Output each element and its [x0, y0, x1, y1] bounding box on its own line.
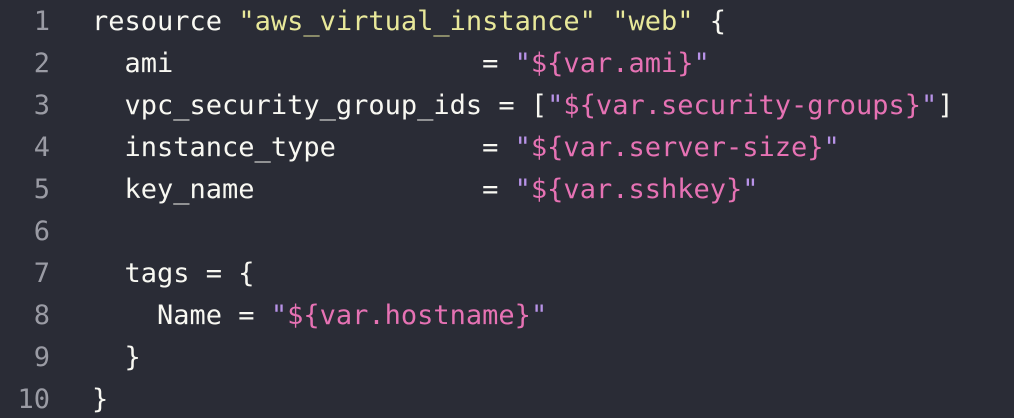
code-line[interactable]: 10}: [0, 379, 1014, 418]
code-token: ": [270, 300, 288, 331]
code-text: resource "aws_virtual_instance" "web" {: [92, 1, 726, 43]
code-token: ": [547, 90, 564, 121]
line-number: 2: [33, 48, 50, 79]
code-token: ${var.server-size}: [530, 132, 824, 163]
line-number: 3: [33, 90, 50, 121]
code-line[interactable]: 6: [0, 211, 1014, 253]
code-token: Name =: [157, 300, 271, 331]
code-text: tags = {: [92, 253, 255, 295]
code-line[interactable]: 1 resource "aws_virtual_instance" "web" {: [0, 1, 1014, 43]
code-token: ": [514, 132, 531, 163]
code-token: key_name =: [124, 174, 515, 205]
code-text: Name = "${var.hostname}": [92, 295, 547, 337]
code-token: tags = {: [124, 258, 255, 289]
code-token: resource: [92, 6, 239, 37]
line-number: 1: [33, 6, 50, 37]
code-token: ]: [937, 90, 954, 121]
code-text: ami = "${var.ami}": [92, 43, 710, 85]
code-token: "web": [612, 6, 694, 37]
code-token: ${var.hostname}: [287, 300, 531, 331]
code-token: ": [514, 48, 531, 79]
code-token: "aws_virtual_instance": [238, 6, 596, 37]
code-token: ami =: [124, 48, 515, 79]
code-token: ": [921, 90, 938, 121]
code-token: ": [530, 300, 548, 331]
code-token: ${var.sshkey}: [530, 174, 743, 205]
line-number: 4: [33, 132, 50, 163]
code-token: ": [742, 174, 759, 205]
line-number: 5: [33, 174, 50, 205]
code-token: }: [124, 342, 141, 373]
code-editor[interactable]: 1 resource "aws_virtual_instance" "web" {…: [0, 0, 1014, 418]
line-number: 8: [33, 300, 50, 331]
line-number: 7: [33, 258, 50, 289]
code-text: vpc_security_group_ids = ["${var.securit…: [92, 85, 954, 127]
code-line[interactable]: 5 key_name = "${var.sshkey}": [0, 169, 1014, 211]
code-token: instance_type =: [124, 132, 515, 163]
code-token: ": [823, 132, 840, 163]
code-token: ${var.security-groups}: [563, 90, 922, 121]
code-token: vpc_security_group_ids = [: [124, 90, 548, 121]
code-text: key_name = "${var.sshkey}": [92, 169, 759, 211]
code-token: ": [514, 174, 531, 205]
code-line[interactable]: 7 tags = {: [0, 253, 1014, 295]
code-text: }: [92, 337, 141, 379]
code-token: ": [693, 48, 710, 79]
code-token: {: [693, 6, 726, 37]
line-number: 10: [17, 384, 50, 415]
line-number: 6: [33, 216, 50, 247]
code-line[interactable]: 3 vpc_security_group_ids = ["${var.secur…: [0, 85, 1014, 127]
code-line[interactable]: 2 ami = "${var.ami}": [0, 43, 1014, 85]
code-line[interactable]: 4 instance_type = "${var.server-size}": [0, 127, 1014, 169]
code-token: }: [92, 384, 109, 415]
line-number: 9: [33, 342, 50, 373]
code-text: instance_type = "${var.server-size}": [92, 127, 840, 169]
code-line[interactable]: 8 Name = "${var.hostname}": [0, 295, 1014, 337]
code-text: }: [92, 379, 108, 418]
code-token: ${var.ami}: [530, 48, 694, 79]
code-line[interactable]: 9 }: [0, 337, 1014, 379]
